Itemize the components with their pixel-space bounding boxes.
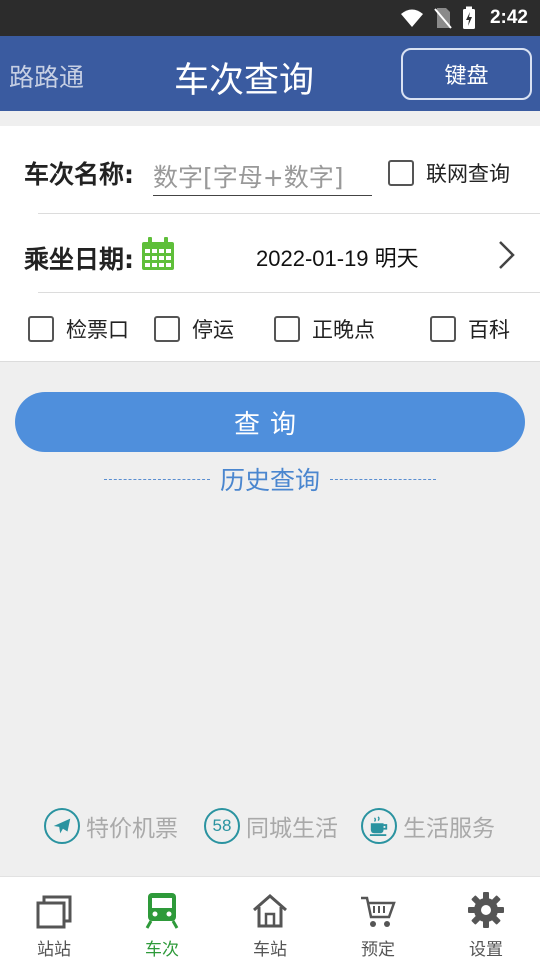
battery-charging-icon (462, 6, 475, 29)
option-checkboxes: 检票口 停运 正晚点 百科 (0, 314, 540, 344)
divider (38, 292, 540, 293)
no-sim-icon (434, 8, 452, 29)
train-number-label: 车次名称: (24, 160, 134, 189)
status-bar: 2:42 (0, 0, 540, 36)
query-button[interactable]: 查询 (15, 392, 525, 452)
checkbox-box[interactable] (430, 316, 456, 342)
option-suspended[interactable]: 停运 (154, 314, 234, 344)
checkbox-box[interactable] (28, 316, 54, 342)
wifi-icon (400, 9, 423, 27)
travel-date-value[interactable]: 2022-01-19 明天 (256, 241, 419, 273)
option-label: 正晚点 (312, 318, 375, 342)
nav-item-station-to-station[interactable]: 站站 (0, 877, 108, 960)
58-icon: 58 (204, 808, 240, 844)
option-label: 百科 (468, 318, 510, 342)
checkbox-box[interactable] (388, 160, 414, 186)
coffee-cup-icon (361, 808, 397, 844)
station-icon (36, 883, 72, 929)
service-label: 特价机票 (86, 816, 178, 842)
airplane-icon (44, 808, 80, 844)
travel-date-label: 乘坐日期: (24, 245, 134, 274)
option-label: 停运 (192, 318, 234, 342)
nav-label: 车站 (253, 940, 287, 960)
chevron-right-icon[interactable] (497, 240, 517, 270)
service-label: 生活服务 (403, 816, 495, 842)
gear-icon (467, 883, 505, 929)
calendar-icon[interactable] (140, 236, 176, 272)
train-icon (145, 883, 179, 929)
history-label[interactable]: 历史查询 (220, 461, 320, 497)
online-query-checkbox[interactable]: 联网查询 (388, 158, 510, 188)
status-time: 2:42 (489, 7, 528, 28)
option-delay[interactable]: 正晚点 (274, 314, 375, 344)
nav-label: 设置 (469, 940, 503, 960)
bottom-nav: 站站 车次 车站 预定 设置 (0, 876, 540, 960)
nav-item-booking[interactable]: 预定 (324, 877, 432, 960)
nav-item-train[interactable]: 车次 (108, 877, 216, 960)
option-wiki[interactable]: 百科 (430, 314, 510, 344)
option-ticket-gate[interactable]: 检票口 (28, 314, 129, 344)
dashed-line (103, 478, 210, 480)
nav-label: 车次 (145, 940, 179, 960)
online-query-label: 联网查询 (426, 162, 510, 186)
status-icons: 2:42 (400, 0, 528, 36)
checkbox-box[interactable] (274, 316, 300, 342)
nav-label: 站站 (37, 940, 71, 960)
nav-item-station[interactable]: 车站 (216, 877, 324, 960)
service-cheap-flights[interactable]: 特价机票 (44, 808, 178, 844)
history-link[interactable]: 历史查询 (0, 462, 540, 496)
service-label: 同城生活 (246, 816, 338, 842)
query-form: 车次名称: 数字[字母+数字] 联网查询 乘坐日期: 2022-01-19 明天… (0, 126, 540, 362)
cart-icon (359, 883, 397, 929)
nav-label: 预定 (361, 940, 395, 960)
checkbox-box[interactable] (154, 316, 180, 342)
service-local-life[interactable]: 58 同城生活 (204, 808, 338, 844)
keyboard-button[interactable]: 键盘 (401, 48, 532, 100)
home-station-icon (251, 883, 289, 929)
app-header: 路路通 车次查询 键盘 (0, 36, 540, 111)
dashed-line (330, 478, 436, 480)
nav-item-settings[interactable]: 设置 (432, 877, 540, 960)
option-label: 检票口 (66, 318, 129, 342)
train-number-input[interactable]: 数字[字母+数字] (153, 150, 372, 196)
services-row: 特价机票 58 同城生活 生活服务 (0, 808, 540, 852)
divider (38, 213, 540, 214)
service-life-services[interactable]: 生活服务 (361, 808, 495, 844)
